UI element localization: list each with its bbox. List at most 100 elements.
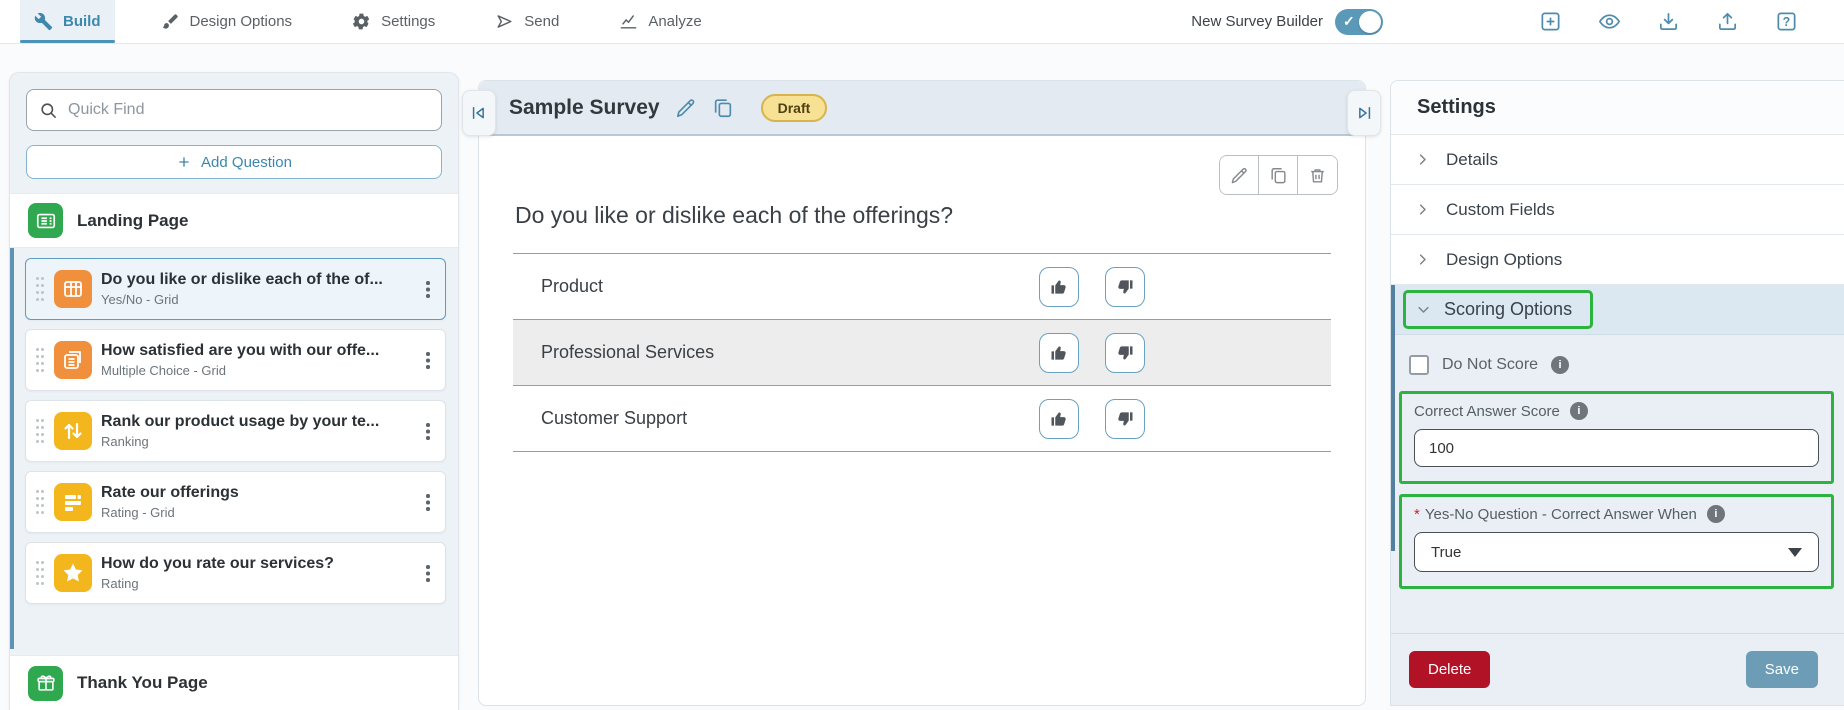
settings-footer: Delete Save bbox=[1391, 633, 1844, 705]
preview-button[interactable] bbox=[1598, 10, 1621, 33]
question-item-yes-no-grid[interactable]: Do you like or dislike each of the of...… bbox=[25, 258, 446, 320]
tab-send-label: Send bbox=[524, 13, 560, 30]
correct-answer-score-input[interactable] bbox=[1414, 429, 1819, 467]
nav-icon-buttons: ? bbox=[1539, 10, 1798, 33]
gift-icon bbox=[36, 675, 55, 691]
copy-question-button[interactable] bbox=[1259, 156, 1298, 194]
search-input[interactable] bbox=[68, 101, 429, 119]
question-menu-button[interactable] bbox=[421, 562, 435, 584]
collapse-left-panel-button[interactable] bbox=[462, 90, 496, 136]
tab-analyze[interactable]: Analyze bbox=[605, 0, 715, 43]
drag-handle[interactable] bbox=[35, 276, 45, 302]
tab-send[interactable]: Send bbox=[481, 0, 573, 43]
row-label: Customer Support bbox=[541, 408, 688, 428]
thumbs-up-button[interactable] bbox=[1039, 332, 1079, 373]
drag-handle[interactable] bbox=[35, 347, 45, 373]
section-scoring-options-label: Scoring Options bbox=[1444, 299, 1573, 319]
thumbs-down-button[interactable] bbox=[1105, 266, 1145, 307]
delete-question-button[interactable] bbox=[1298, 156, 1337, 194]
info-icon[interactable] bbox=[1569, 402, 1588, 420]
do-not-score-checkbox[interactable] bbox=[1409, 355, 1429, 375]
info-icon[interactable] bbox=[1551, 356, 1570, 374]
section-details[interactable]: Details bbox=[1391, 135, 1844, 185]
collapse-right-panel-button[interactable] bbox=[1347, 90, 1381, 136]
correct-answer-when-select[interactable]: True bbox=[1414, 532, 1819, 572]
question-menu-button[interactable] bbox=[421, 349, 435, 371]
save-button[interactable]: Save bbox=[1745, 651, 1818, 688]
question-item-multiple-choice-grid[interactable]: How satisfied are you with our offe... M… bbox=[25, 329, 446, 391]
question-text: How satisfied are you with our offe... M… bbox=[101, 342, 412, 378]
row-actions bbox=[1039, 266, 1145, 307]
quick-find-search[interactable] bbox=[26, 89, 442, 131]
question-menu-button[interactable] bbox=[421, 420, 435, 442]
help-button[interactable]: ? bbox=[1775, 10, 1798, 33]
settings-panel: Settings Details Custom Fields Design Op… bbox=[1390, 80, 1844, 706]
question-text: How do you rate our services? Rating bbox=[101, 555, 412, 591]
question-item-rating-grid[interactable]: Rate our offerings Rating - Grid bbox=[25, 471, 446, 533]
landing-page-row[interactable]: Landing Page bbox=[10, 193, 458, 248]
question-item-rating[interactable]: How do you rate our services? Rating bbox=[25, 542, 446, 604]
svg-text:?: ? bbox=[1783, 15, 1791, 29]
new-survey-builder-label: New Survey Builder bbox=[1191, 13, 1323, 30]
delete-button[interactable]: Delete bbox=[1409, 651, 1491, 688]
row-actions bbox=[1039, 398, 1145, 439]
question-list: Do you like or dislike each of the of...… bbox=[10, 248, 458, 655]
add-question-button[interactable]: Add Question bbox=[26, 145, 442, 179]
rating-bars-icon bbox=[65, 495, 81, 511]
search-icon bbox=[41, 102, 57, 118]
do-not-score-label: Do Not Score bbox=[1442, 356, 1539, 373]
add-button[interactable] bbox=[1539, 10, 1562, 33]
thumbs-down-button[interactable] bbox=[1105, 332, 1145, 373]
section-design-options-label: Design Options bbox=[1446, 249, 1563, 269]
thumbs-up-button[interactable] bbox=[1039, 266, 1079, 307]
star-icon bbox=[63, 563, 83, 582]
thumbs-down-icon bbox=[1118, 345, 1133, 359]
question-title: Rate our offerings bbox=[101, 484, 239, 501]
drag-handle[interactable] bbox=[35, 418, 45, 444]
drag-handle[interactable] bbox=[35, 560, 45, 586]
survey-header: Sample Survey Draft bbox=[479, 81, 1365, 136]
upload-icon bbox=[1718, 12, 1737, 31]
question-type: Multiple Choice - Grid bbox=[101, 363, 226, 378]
chevron-right-icon bbox=[1419, 204, 1426, 215]
answer-row-customer-support: Customer Support bbox=[513, 386, 1331, 452]
answer-row-product: Product bbox=[513, 254, 1331, 320]
thumbs-down-button[interactable] bbox=[1105, 398, 1145, 439]
correct-answer-score-label-row: Correct Answer Score bbox=[1414, 402, 1819, 420]
thumbs-up-button[interactable] bbox=[1039, 398, 1079, 439]
new-survey-builder-toggle[interactable] bbox=[1335, 8, 1383, 35]
survey-canvas-panel: Sample Survey Draft Do you like or disli… bbox=[462, 80, 1381, 706]
correct-answer-when-label: Yes-No Question - Correct Answer When bbox=[1424, 505, 1697, 523]
add-icon bbox=[1541, 12, 1560, 31]
edit-question-button[interactable] bbox=[1220, 156, 1259, 194]
question-title: How satisfied are you with our offe... bbox=[101, 342, 380, 359]
tab-design-options[interactable]: Design Options bbox=[147, 0, 307, 43]
info-icon[interactable] bbox=[1706, 505, 1725, 523]
question-menu-button[interactable] bbox=[421, 491, 435, 513]
nav-tabs: Build Design Options Settings Send Analy… bbox=[20, 0, 716, 43]
preview-eye-icon bbox=[1598, 14, 1621, 29]
section-design-options[interactable]: Design Options bbox=[1391, 235, 1844, 285]
copy-survey-button[interactable] bbox=[712, 97, 734, 119]
add-question-label: Add Question bbox=[201, 153, 292, 171]
correct-answer-score-label: Correct Answer Score bbox=[1414, 402, 1560, 420]
upload-button[interactable] bbox=[1716, 10, 1739, 33]
tab-build[interactable]: Build bbox=[20, 0, 115, 43]
thumbs-up-icon bbox=[1051, 280, 1066, 294]
thank-you-page-row[interactable]: Thank You Page bbox=[10, 655, 458, 710]
question-title: How do you rate our services? bbox=[101, 555, 334, 572]
drag-handle[interactable] bbox=[35, 489, 45, 515]
settings-panel-title: Settings bbox=[1391, 81, 1844, 135]
row-label: Product bbox=[541, 276, 604, 296]
question-type: Rating - Grid bbox=[101, 505, 175, 520]
thank-you-page-icon bbox=[28, 665, 63, 701]
question-type-icon bbox=[54, 554, 92, 592]
download-button[interactable] bbox=[1657, 10, 1680, 33]
edit-survey-title-button[interactable] bbox=[675, 97, 697, 119]
dropdown-caret-icon bbox=[1788, 547, 1802, 557]
section-custom-fields[interactable]: Custom Fields bbox=[1391, 185, 1844, 235]
tab-settings[interactable]: Settings bbox=[338, 0, 449, 43]
question-menu-button[interactable] bbox=[421, 278, 435, 300]
question-item-ranking[interactable]: Rank our product usage by your te... Ran… bbox=[25, 400, 446, 462]
section-scoring-options[interactable]: Scoring Options bbox=[1391, 285, 1844, 335]
